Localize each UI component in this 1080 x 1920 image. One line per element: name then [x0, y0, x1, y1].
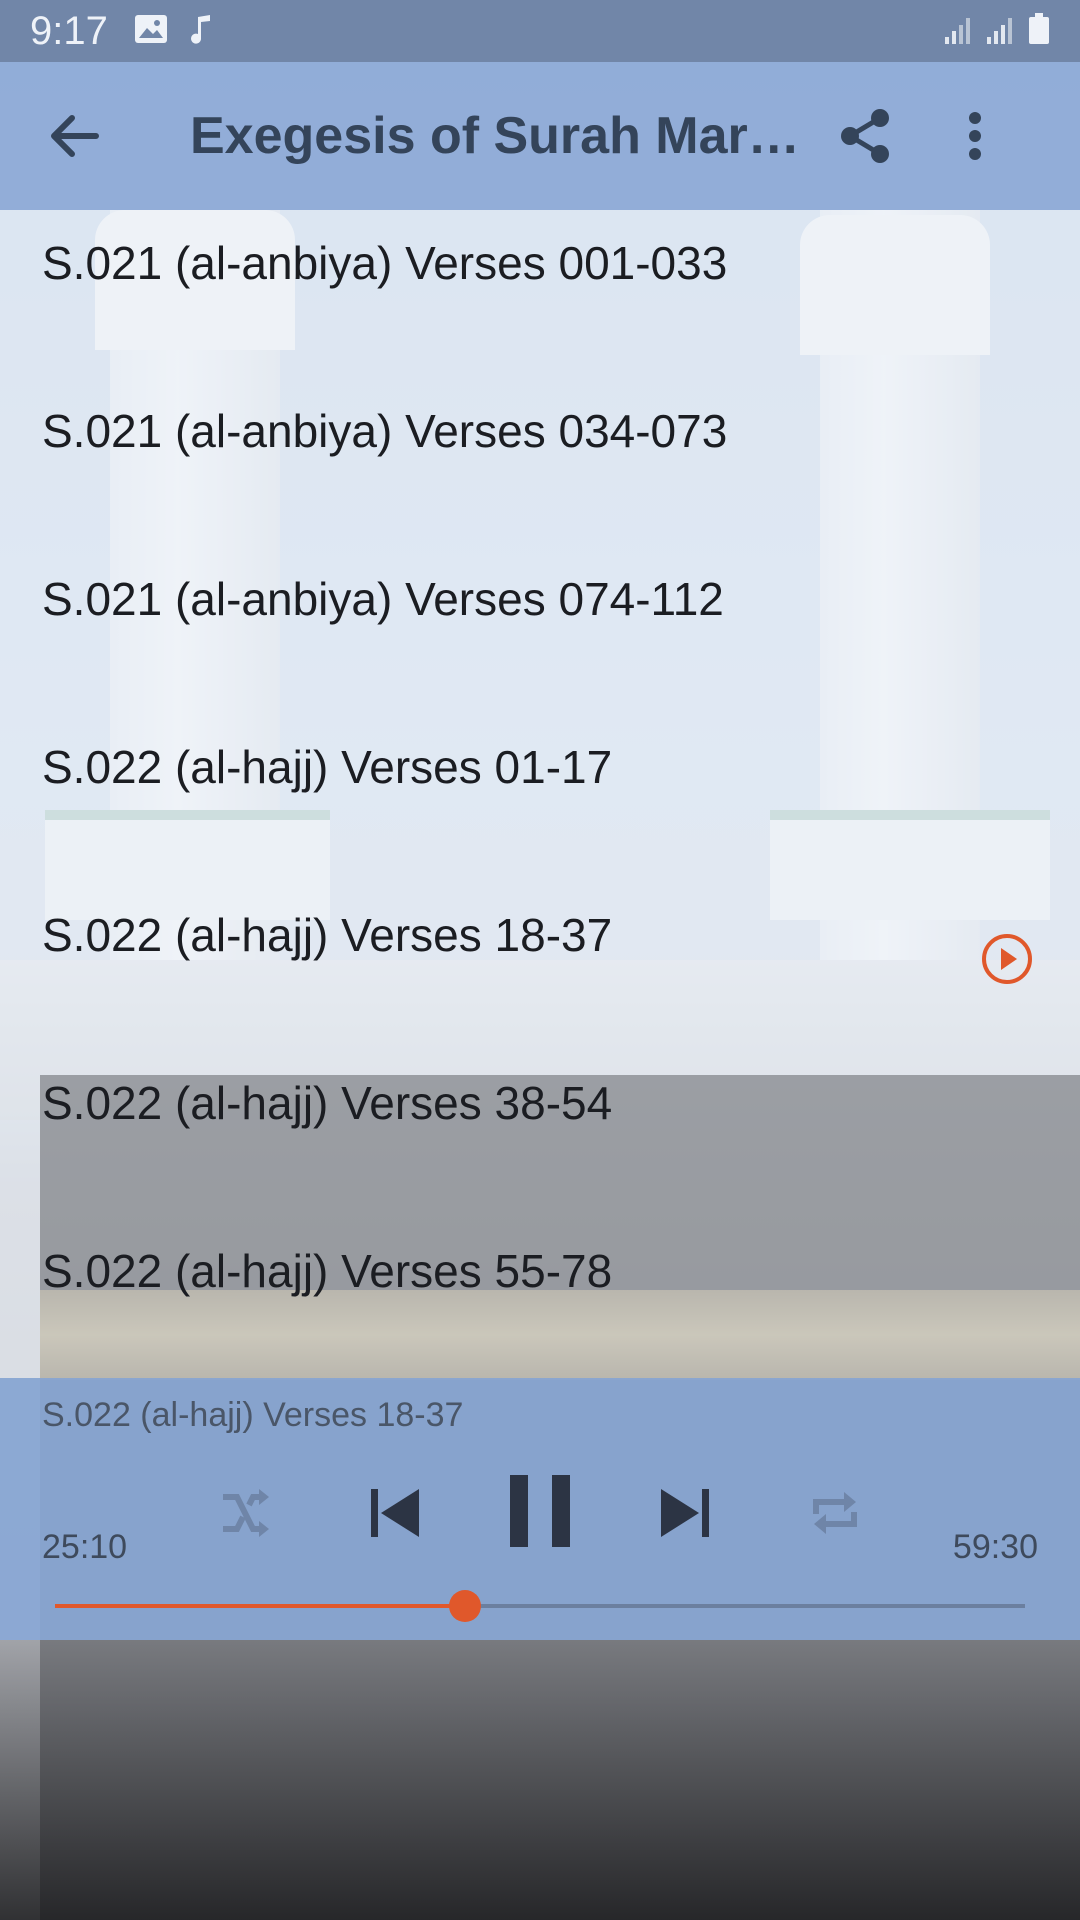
shuffle-icon	[223, 1489, 269, 1537]
seek-bar-thumb[interactable]	[449, 1590, 482, 1622]
skip-previous-button[interactable]	[360, 1473, 430, 1553]
share-icon	[841, 109, 889, 163]
list-item[interactable]: S.022 (al-hajj) Verses 01-17	[0, 714, 1080, 882]
list-item[interactable]: S.022 (al-hajj) Verses 38-54	[0, 1050, 1080, 1218]
signal-icon	[944, 15, 974, 50]
back-button[interactable]	[0, 62, 150, 210]
arrow-left-icon	[51, 115, 99, 157]
list-item-playing[interactable]: S.022 (al-hajj) Verses 18-37	[0, 882, 1080, 1050]
current-time: 25:10	[42, 1528, 128, 1566]
shuffle-button[interactable]	[210, 1478, 280, 1548]
seek-bar[interactable]	[55, 1590, 1025, 1622]
status-time: 9:17	[30, 8, 108, 53]
player-panel: S.022 (al-hajj) Verses 18-37 25:10 59:30	[0, 1378, 1080, 1640]
list-item[interactable]: S.021 (al-anbiya) Verses 074-112	[0, 546, 1080, 714]
list-item[interactable]: S.022 (al-hajj) Verses 55-78	[0, 1218, 1080, 1386]
app-bar: Exegesis of Surah Marya...	[0, 62, 1080, 210]
repeat-icon	[813, 1492, 857, 1534]
skip-next-icon	[661, 1489, 709, 1537]
list-item[interactable]: S.021 (al-anbiya) Verses 034-073	[0, 378, 1080, 546]
skip-previous-icon	[371, 1489, 419, 1537]
image-icon	[134, 14, 168, 49]
more-vertical-icon	[969, 112, 981, 160]
bottom-shade	[0, 1640, 1080, 1920]
battery-icon	[1028, 12, 1050, 50]
pause-icon	[510, 1475, 570, 1547]
repeat-button[interactable]	[800, 1478, 870, 1548]
signal-icon	[986, 15, 1016, 50]
seek-bar-progress	[55, 1604, 466, 1608]
status-bar: 9:17	[0, 0, 1080, 62]
list-item-label: S.021 (al-anbiya) Verses 001-033	[42, 237, 728, 289]
music-note-icon	[188, 13, 212, 50]
total-time: 59:30	[952, 1528, 1038, 1566]
list-item-label: S.022 (al-hajj) Verses 38-54	[42, 1077, 613, 1129]
list-item-label: S.021 (al-anbiya) Verses 074-112	[42, 573, 724, 625]
share-button[interactable]	[810, 62, 920, 210]
track-list: S.021 (al-anbiya) Verses 001-033 S.021 (…	[0, 210, 1080, 1386]
list-item[interactable]: S.021 (al-anbiya) Verses 001-033	[0, 210, 1080, 378]
page-title: Exegesis of Surah Marya...	[190, 107, 810, 165]
skip-next-button[interactable]	[650, 1473, 720, 1553]
now-playing-title: S.022 (al-hajj) Verses 18-37	[42, 1396, 464, 1434]
list-item-label: S.022 (al-hajj) Verses 18-37	[42, 909, 613, 961]
list-item-label: S.021 (al-anbiya) Verses 034-073	[42, 405, 728, 457]
more-options-button[interactable]	[920, 62, 1030, 210]
list-item-label: S.022 (al-hajj) Verses 01-17	[42, 741, 613, 793]
pause-button[interactable]	[500, 1456, 580, 1566]
list-item-label: S.022 (al-hajj) Verses 55-78	[42, 1245, 613, 1297]
play-circle-icon	[980, 932, 1034, 991]
